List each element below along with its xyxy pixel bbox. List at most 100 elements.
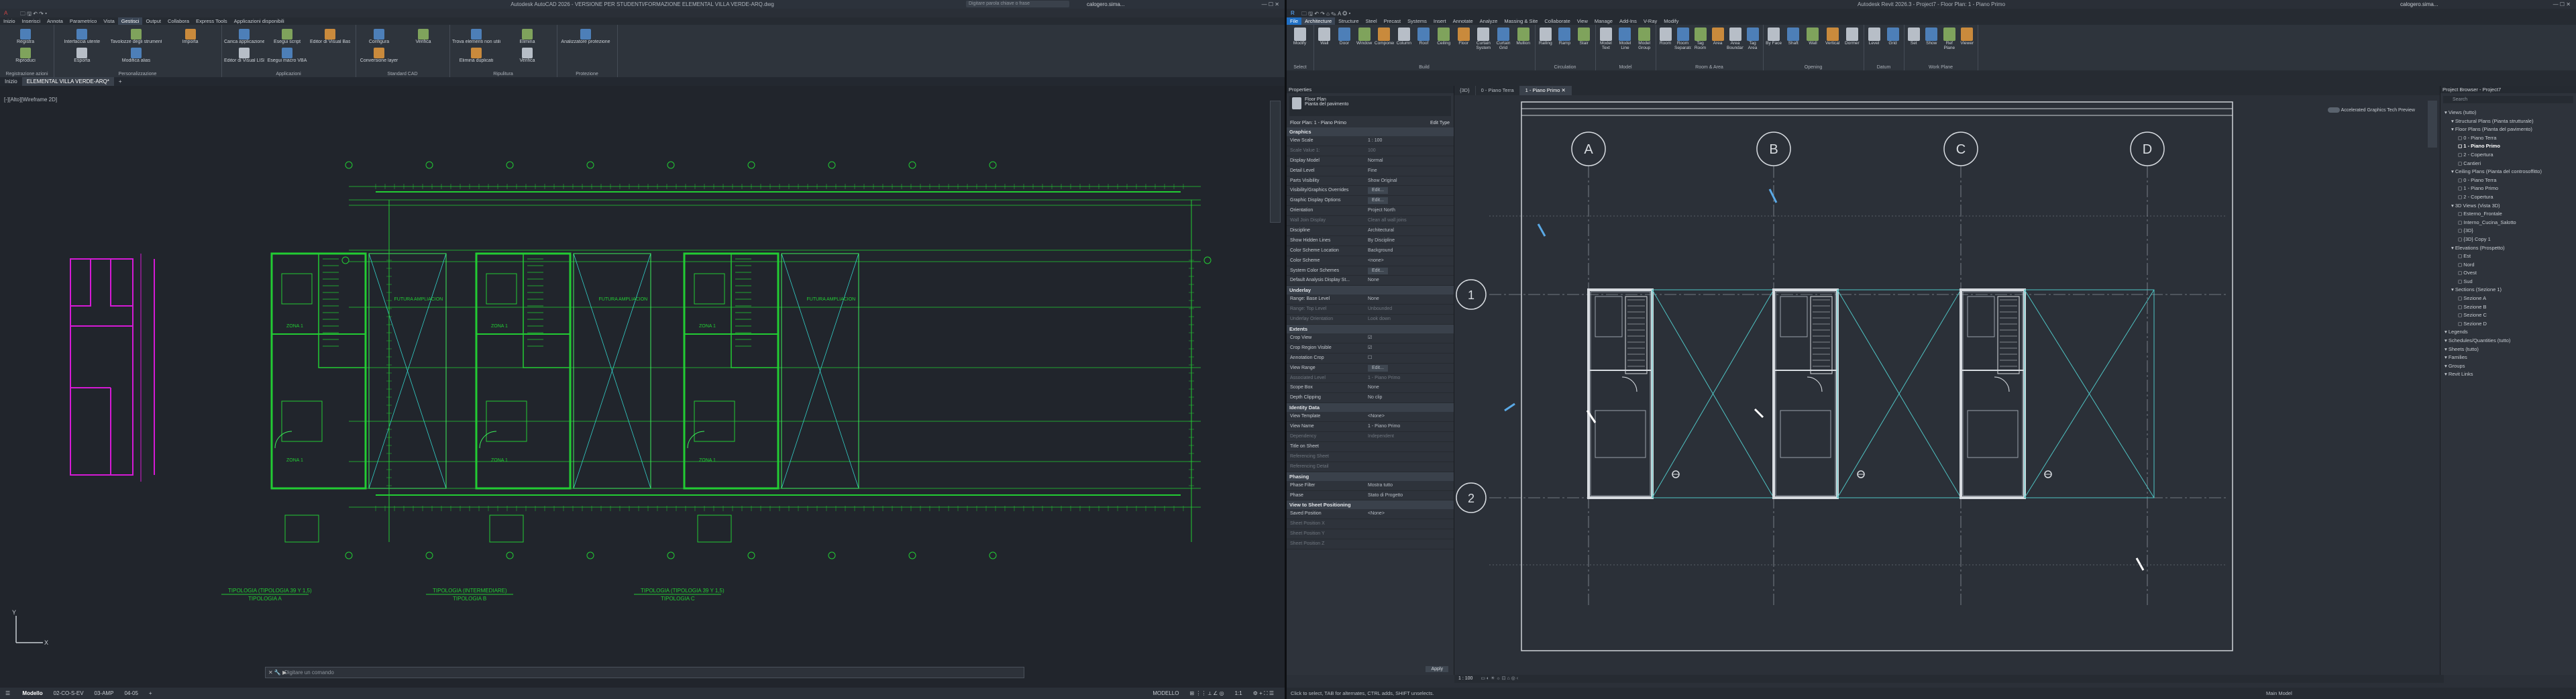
prop-section-phasing[interactable]: Phasing bbox=[1287, 472, 1454, 481]
ribbon-group-label[interactable]: Applicazioni bbox=[221, 72, 356, 76]
prop-section-view-to-sheet-positioning[interactable]: View to Sheet Positioning bbox=[1287, 500, 1454, 510]
prop-row-scope-box[interactable]: Scope Box None bbox=[1287, 383, 1454, 394]
browser-item-3d-copy-1[interactable]: ◻ {3D} Copy 1 bbox=[2440, 235, 2576, 244]
revit-button-modify[interactable]: Modify bbox=[1288, 28, 1311, 55]
type-selector[interactable]: Floor Plan Pianta del pavimento bbox=[1289, 96, 1451, 116]
revit-tab-annotate[interactable]: Annotate bbox=[1450, 17, 1477, 25]
prop-value[interactable]: Edit... bbox=[1365, 196, 1454, 205]
ribbon-button-tavolozze-degli-strumenti[interactable]: Tavolozze degli strumenti bbox=[111, 29, 162, 44]
revit-button-railing[interactable]: Railing bbox=[1536, 28, 1555, 55]
revit-tab-structure[interactable]: Structure bbox=[1335, 17, 1362, 25]
prop-row-phase-filter[interactable]: Phase Filter Mostra tutto bbox=[1287, 481, 1454, 491]
prop-row-default-analysis-display-st[interactable]: Default Analysis Display St... None bbox=[1287, 276, 1454, 286]
revit-button-show[interactable]: Show bbox=[1923, 28, 1941, 55]
prop-value[interactable]: <None> bbox=[1365, 509, 1454, 519]
app-logo-icon[interactable]: A bbox=[4, 10, 7, 16]
revit-tab-analyze[interactable]: Analyze bbox=[1477, 17, 1501, 25]
prop-row-depth-clipping[interactable]: Depth Clipping No clip bbox=[1287, 393, 1454, 404]
revit-button-column[interactable]: Column bbox=[1395, 28, 1414, 55]
layout-tab-04-05[interactable]: 04-05 bbox=[119, 688, 143, 699]
menu-tab-inserisci[interactable]: Inserisci bbox=[19, 17, 44, 25]
prop-section-extents[interactable]: Extents bbox=[1287, 325, 1454, 334]
browser-search[interactable]: Search bbox=[2443, 96, 2573, 103]
revit-tab-massing-site[interactable]: Massing & Site bbox=[1501, 17, 1541, 25]
command-line[interactable]: ✕ 🔧 ▶ Digitare un comando bbox=[265, 667, 1024, 678]
layout-tab-03-amp[interactable]: 03-AMP bbox=[89, 688, 119, 699]
view-tab-0-piano-terra[interactable]: 0 - Piano Terra bbox=[1476, 86, 1520, 95]
main-model[interactable]: Main Model bbox=[2266, 688, 2292, 699]
prop-value[interactable]: Edit... bbox=[1365, 364, 1454, 373]
edit-type-button[interactable]: Edit Type bbox=[1430, 119, 1450, 127]
browser-item-views-tutto[interactable]: ▾ Views (tutto) bbox=[2440, 109, 2576, 117]
graphics-toggle[interactable]: Accelerated Graphics Tech Preview bbox=[2328, 107, 2415, 113]
prop-row-view-range[interactable]: View Range Edit... bbox=[1287, 364, 1454, 374]
revit-group-label[interactable]: Build bbox=[1313, 65, 1535, 70]
revit-tab-precast[interactable]: Precast bbox=[1381, 17, 1404, 25]
layout-tab-modello[interactable]: Modello bbox=[17, 688, 48, 699]
prop-row-range-base-level[interactable]: Range: Base Level None bbox=[1287, 294, 1454, 305]
menu-tab-express-tools[interactable]: Express Tools bbox=[193, 17, 231, 25]
revit-button-ramp[interactable]: Ramp bbox=[1556, 28, 1574, 55]
ribbon-group-label[interactable]: Ripulitura bbox=[449, 72, 557, 76]
prop-value[interactable]: ☑ bbox=[1365, 343, 1454, 353]
ribbon-group-label[interactable]: Protezione bbox=[557, 72, 617, 76]
apply-button[interactable]: Apply bbox=[1426, 666, 1448, 672]
revit-navigation-bar[interactable] bbox=[2428, 101, 2437, 148]
revit-button-floor[interactable]: Floor bbox=[1454, 28, 1473, 55]
ribbon-button-trova-elementi-non-utilizzati[interactable]: Trova elementi non utilizzati bbox=[452, 29, 500, 44]
revit-button-by-face[interactable]: By Face bbox=[1764, 28, 1783, 55]
revit-logo-icon[interactable]: R bbox=[1291, 10, 1295, 16]
browser-item-cantieri[interactable]: ◻ Cantieri bbox=[2440, 160, 2576, 168]
revit-window-controls[interactable]: — ☐ ✕ bbox=[2553, 0, 2571, 9]
prop-row-color-scheme-location[interactable]: Color Scheme Location Background bbox=[1287, 246, 1454, 256]
prop-value[interactable]: Show Original bbox=[1365, 176, 1454, 186]
menu-tab-collabora[interactable]: Collabora bbox=[164, 17, 193, 25]
revit-button-dormer[interactable]: Dormer bbox=[1843, 28, 1862, 55]
model-space-toggle[interactable]: MODELLO bbox=[1147, 688, 1184, 699]
revit-tab-v-ray[interactable]: V-Ray bbox=[1640, 17, 1660, 25]
prop-row-display-model[interactable]: Display Model Normal bbox=[1287, 156, 1454, 166]
menu-tab-gestisci[interactable]: Gestisci bbox=[117, 17, 143, 25]
browser-item-floor-plans-pianta-del-pavimento[interactable]: ▾ Floor Plans (Pianta del pavimento) bbox=[2440, 125, 2576, 134]
revit-group-label[interactable]: Circulation bbox=[1535, 65, 1595, 70]
revit-button-grid[interactable]: Grid bbox=[1884, 28, 1902, 55]
menu-tab-output[interactable]: Output bbox=[142, 17, 164, 25]
ribbon-button-esporta[interactable]: Esporta bbox=[56, 48, 108, 63]
revit-tab-modify[interactable]: Modify bbox=[1660, 17, 1682, 25]
browser-item-nord[interactable]: ◻ Nord bbox=[2440, 261, 2576, 270]
ribbon-button-elimina[interactable]: Elimina bbox=[503, 29, 551, 44]
prop-row-parts-visibility[interactable]: Parts Visibility Show Original bbox=[1287, 176, 1454, 186]
browser-item-revit-links[interactable]: ▾ Revit Links bbox=[2440, 370, 2576, 379]
layout-menu-icon[interactable]: ☰ bbox=[0, 688, 15, 699]
browser-item-schedules-quantities-tutto[interactable]: ▾ Schedules/Quantities (tutto) bbox=[2440, 337, 2576, 345]
revit-button-room-separator[interactable]: Room Separator bbox=[1674, 28, 1691, 55]
prop-value[interactable]: Architectural bbox=[1365, 226, 1454, 235]
new-tab-button[interactable]: + bbox=[114, 77, 127, 86]
menu-tab-inizio[interactable]: Inizio bbox=[0, 17, 19, 25]
revit-button-wall[interactable]: Wall bbox=[1803, 28, 1822, 55]
revit-tab-steel[interactable]: Steel bbox=[1362, 17, 1381, 25]
ribbon-button-carica-applicazione[interactable]: Carica applicazione bbox=[224, 29, 264, 44]
revit-group-label[interactable]: Model bbox=[1595, 65, 1656, 70]
browser-item-sheets-tutto[interactable]: ▾ Sheets (tutto) bbox=[2440, 345, 2576, 354]
toggle-switch-icon[interactable] bbox=[2328, 107, 2340, 113]
ribbon-button-verifica[interactable]: Verifica bbox=[503, 48, 551, 63]
browser-item-est[interactable]: ◻ Est bbox=[2440, 252, 2576, 261]
browser-item-esterno-frontale[interactable]: ◻ Esterno_Frontale bbox=[2440, 210, 2576, 219]
prop-value[interactable]: No clip bbox=[1365, 393, 1454, 402]
revit-button-model-line[interactable]: Model Line bbox=[1616, 28, 1635, 55]
view-tab-3d[interactable]: {3D} bbox=[1454, 86, 1476, 95]
layout-tab-02-co-s-ev[interactable]: 02-CO-S-EV bbox=[48, 688, 89, 699]
prop-value[interactable] bbox=[1365, 442, 1454, 451]
browser-item-sezione-c[interactable]: ◻ Sezione C bbox=[2440, 311, 2576, 320]
prop-value[interactable]: None bbox=[1365, 383, 1454, 392]
menu-tab-annota[interactable]: Annota bbox=[44, 17, 66, 25]
revit-tab-view[interactable]: View bbox=[1574, 17, 1591, 25]
prop-value[interactable]: Mostra tutto bbox=[1365, 481, 1454, 490]
revit-button-model-group[interactable]: Model Group bbox=[1635, 28, 1654, 55]
browser-item-legends[interactable]: ▾ Legends bbox=[2440, 328, 2576, 337]
revit-button-roof[interactable]: Roof bbox=[1414, 28, 1434, 55]
revit-button-curtain-system[interactable]: Curtain System bbox=[1474, 28, 1493, 55]
prop-value[interactable]: <None> bbox=[1365, 412, 1454, 421]
prop-row-saved-position[interactable]: Saved Position <None> bbox=[1287, 509, 1454, 520]
